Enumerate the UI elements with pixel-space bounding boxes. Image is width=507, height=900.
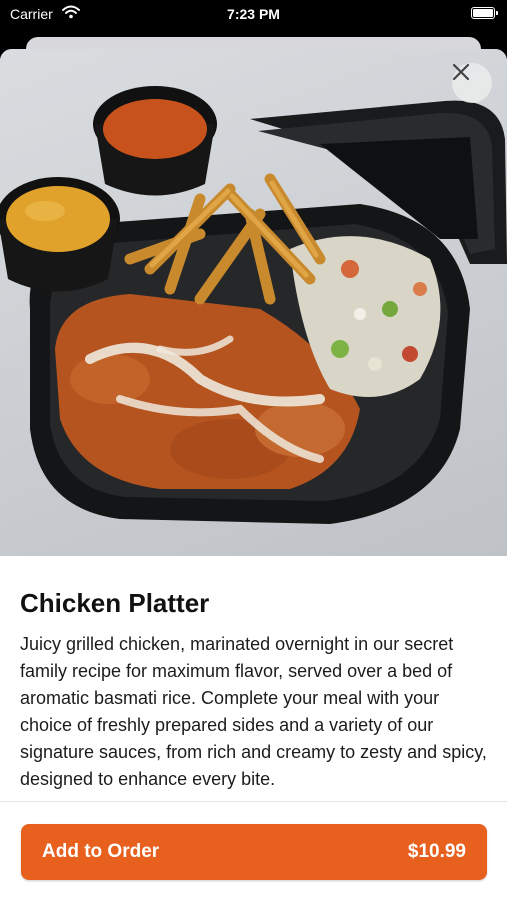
order-footer: Add to Order $10.99 (0, 801, 507, 900)
description-scroll[interactable]: Juicy grilled chicken, marinated overnig… (20, 631, 490, 809)
food-illustration (0, 86, 507, 524)
item-title: Chicken Platter (20, 588, 210, 618)
item-details: Chicken Platter Juicy grilled chicken, m… (20, 587, 490, 809)
close-button[interactable] (452, 63, 492, 103)
battery-icon (471, 7, 498, 19)
battery-level (473, 9, 493, 17)
close-icon (452, 63, 470, 81)
item-photo (0, 49, 507, 556)
item-description: Juicy grilled chicken, marinated overnig… (20, 634, 487, 789)
add-to-order-label: Add to Order (42, 841, 160, 862)
status-time: 7:23 PM (227, 6, 280, 22)
status-bar: Carrier 7:23 PM (0, 0, 507, 30)
item-detail-sheet: Chicken Platter Juicy grilled chicken, m… (0, 49, 507, 900)
add-to-order-button[interactable]: Add to Order $10.99 (21, 824, 487, 880)
item-price: $10.99 (407, 841, 466, 862)
